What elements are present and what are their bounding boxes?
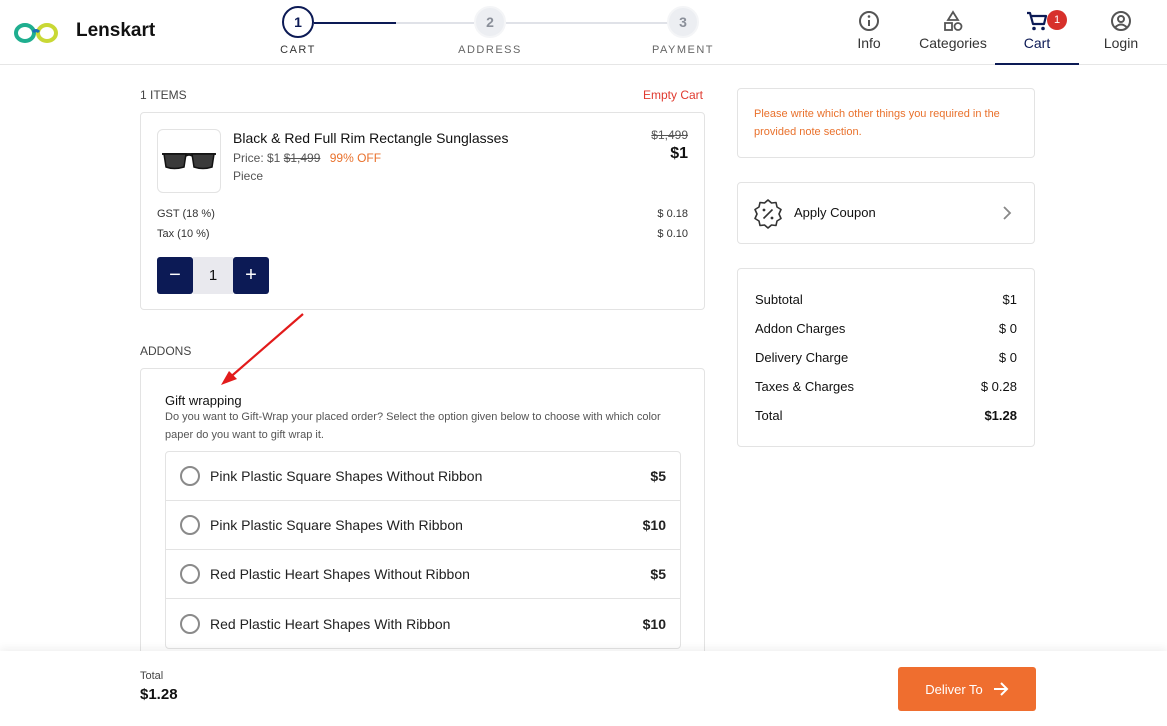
step-line [396, 22, 474, 24]
gift-wrap-options: Pink Plastic Square Shapes Without Ribbo… [165, 451, 681, 649]
checkout-stepper: 1 CART 2 ADDRESS 3 PAYMENT [280, 6, 722, 61]
step-cart-label: CART [280, 44, 316, 56]
addon-title: Gift wrapping [165, 393, 242, 408]
apply-coupon-label: Apply Coupon [794, 205, 876, 220]
product-discount: 99% OFF [329, 151, 382, 165]
gift-wrap-option[interactable]: Pink Plastic Square Shapes Without Ribbo… [166, 452, 680, 501]
summary-label: Taxes & Charges [755, 379, 854, 394]
increase-quantity-button[interactable]: + [233, 257, 269, 294]
annotation-arrow [221, 313, 304, 385]
checkout-footer: Total $1.28 Deliver To [0, 651, 1167, 726]
deliver-to-button[interactable]: Deliver To [898, 667, 1036, 711]
radio-button[interactable] [180, 515, 200, 535]
summary-label: Delivery Charge [755, 350, 849, 365]
arrow-right-icon [993, 682, 1009, 696]
footer-total-value: $1.28 [140, 686, 178, 703]
gift-wrap-option[interactable]: Pink Plastic Square Shapes With Ribbon $… [166, 501, 680, 550]
cart-item-card: Black & Red Full Rim Rectangle Sunglasse… [140, 112, 705, 310]
option-name: Red Plastic Heart Shapes Without Ribbon [210, 566, 470, 582]
fee-value: $ 0.10 [657, 228, 688, 240]
product-name[interactable]: Black & Red Full Rim Rectangle Sunglasse… [233, 130, 508, 146]
nav-login[interactable]: Login [1100, 10, 1142, 65]
step-payment-circle: 3 [667, 6, 699, 38]
sunglasses-image [162, 153, 216, 170]
summary-label: Addon Charges [755, 321, 846, 336]
decrease-quantity-button[interactable]: − [157, 257, 193, 294]
summary-row-taxes: Taxes & Charges $ 0.28 [755, 372, 1017, 401]
summary-value: $1.28 [984, 408, 1017, 423]
gift-wrapping-card: Gift wrapping Do you want to Gift-Wrap y… [140, 368, 705, 668]
summary-value: $ 0.28 [980, 379, 1017, 394]
addons-heading: ADDONS [140, 344, 192, 358]
order-summary: Subtotal $1 Addon Charges $ 0 Delivery C… [737, 268, 1035, 447]
summary-row-delivery: Delivery Charge $ 0 [755, 343, 1017, 372]
radio-button[interactable] [180, 466, 200, 486]
fee-row-tax: Tax (10 %) $ 0.10 [157, 228, 688, 240]
user-icon [1111, 11, 1131, 31]
step-cart-circle: 1 [282, 6, 314, 38]
item-mrp-right: $1,499 [651, 128, 688, 142]
step-payment-label: PAYMENT [651, 44, 715, 56]
summary-row-addon: Addon Charges $ 0 [755, 314, 1017, 343]
option-name: Red Plastic Heart Shapes With Ribbon [210, 615, 451, 632]
product-thumbnail[interactable] [157, 129, 221, 193]
product-mrp: $1,499 [283, 151, 321, 165]
fee-row-gst: GST (18 %) $ 0.18 [157, 208, 688, 220]
summary-value: $1 [1002, 292, 1017, 307]
deliver-to-label: Deliver To [925, 681, 983, 697]
nav-categories-label: Categories [919, 35, 987, 51]
info-icon [859, 11, 879, 31]
option-price: $10 [642, 517, 666, 533]
summary-row-subtotal: Subtotal $1 [755, 285, 1017, 314]
radio-button[interactable] [180, 564, 200, 584]
header: Lenskart 1 CART 2 ADDRESS 3 PAYMENT Info… [0, 0, 1167, 65]
brand-name[interactable]: Lenskart [76, 20, 155, 42]
step-line-active [314, 22, 396, 24]
step-address-label: ADDRESS [458, 44, 522, 56]
nav-info[interactable]: Info [850, 10, 888, 65]
quantity-stepper: − 1 + [157, 257, 269, 294]
item-price-right: $1 [670, 145, 688, 162]
product-unit: Piece [233, 169, 264, 183]
option-price: $5 [650, 566, 666, 582]
product-price: Price: $1 [233, 151, 281, 165]
chevron-right-icon [1003, 206, 1012, 220]
nav-cart-label: Cart [1023, 35, 1051, 51]
gift-wrap-option[interactable]: Red Plastic Heart Shapes With Ribbon $10 [166, 599, 680, 648]
fee-label: Tax (10 %) [157, 228, 210, 240]
note-message: Please write which other things you requ… [737, 88, 1035, 158]
summary-label: Total [755, 408, 783, 423]
fee-value: $ 0.18 [657, 208, 688, 220]
items-count: 1 ITEMS [140, 88, 187, 102]
summary-row-total: Total $1.28 [755, 401, 1017, 430]
addon-description: Do you want to Gift-Wrap your placed ord… [165, 411, 661, 441]
option-name: Pink Plastic Square Shapes With Ribbon [210, 517, 463, 533]
summary-label: Subtotal [755, 292, 803, 307]
gift-wrap-option[interactable]: Red Plastic Heart Shapes Without Ribbon … [166, 550, 680, 599]
cart-icon [1027, 11, 1048, 31]
cart-count-badge: 1 [1047, 10, 1067, 30]
empty-cart-link[interactable]: Empty Cart [643, 88, 703, 102]
option-price: $10 [642, 615, 666, 632]
nav-info-label: Info [857, 35, 881, 51]
step-address-circle: 2 [474, 6, 506, 38]
step-line [506, 22, 668, 24]
nav-cart[interactable]: Cart 1 [995, 10, 1079, 65]
product-price-line: Price: $1 $1,499 99% OFF [233, 151, 381, 165]
apply-coupon-button[interactable]: Apply Coupon [737, 182, 1035, 244]
categories-icon [944, 10, 963, 31]
footer-total-label: Total [140, 670, 164, 682]
coupon-icon [754, 199, 782, 229]
option-name: Pink Plastic Square Shapes Without Ribbo… [210, 468, 483, 484]
nav-login-label: Login [1103, 35, 1139, 51]
option-price: $5 [650, 468, 666, 484]
radio-button[interactable] [180, 613, 200, 634]
fee-label: GST (18 %) [157, 208, 215, 220]
summary-value: $ 0 [998, 321, 1017, 336]
lenskart-logo-icon[interactable] [13, 20, 59, 46]
nav-categories[interactable]: Categories [914, 10, 992, 65]
summary-value: $ 0 [998, 350, 1017, 365]
quantity-value: 1 [193, 257, 233, 294]
